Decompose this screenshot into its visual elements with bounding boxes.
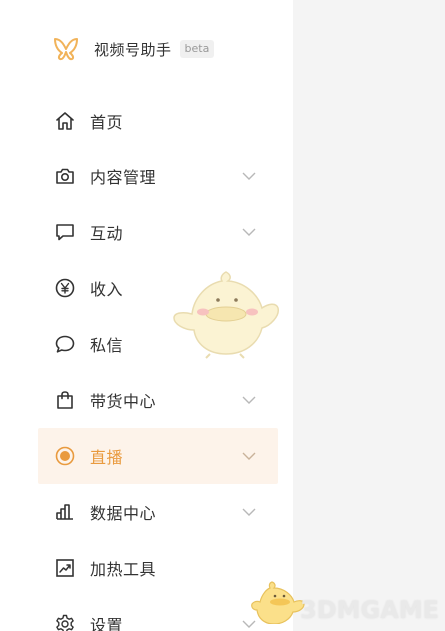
butterfly-logo-icon [54, 38, 78, 61]
camera-icon [56, 168, 74, 184]
gear-icon [56, 614, 74, 631]
message-square-icon [56, 224, 74, 241]
sidebar-item-label: 带货中心 [90, 392, 157, 411]
sidebar-item-live[interactable]: 直播 [38, 428, 278, 484]
sidebar-item-label: 数据中心 [90, 504, 157, 523]
sidebar-item-label: 加热工具 [90, 560, 157, 579]
sidebar-item-data-center[interactable]: 数据中心 [38, 484, 278, 540]
chevron-down-icon[interactable] [242, 396, 256, 404]
home-icon [56, 112, 74, 130]
chevron-down-icon[interactable] [242, 452, 256, 460]
sidebar-item-commerce-center[interactable]: 带货中心 [38, 372, 278, 428]
live-dot-icon [55, 446, 75, 466]
sidebar-item-label: 收入 [90, 280, 124, 299]
sidebar-item-label: 互动 [90, 224, 124, 243]
main-content-area [293, 0, 445, 631]
chick-mascot-icon [173, 271, 279, 359]
shopping-bag-icon [57, 391, 73, 409]
chevron-down-icon[interactable] [242, 508, 256, 516]
trend-chart-icon [56, 559, 74, 577]
sidebar-item-content-management[interactable]: 内容管理 [38, 148, 278, 204]
chick-mascot-small-icon [251, 581, 305, 624]
chevron-down-icon[interactable] [242, 172, 256, 180]
sidebar-item-label: 设置 [90, 616, 124, 631]
beta-badge: beta [179, 40, 215, 58]
chevron-down-icon[interactable] [242, 228, 256, 236]
bar-chart-icon [56, 504, 73, 520]
sidebar-item-label: 首页 [90, 113, 124, 132]
sidebar-item-label: 直播 [90, 448, 124, 467]
sidebar-item-interaction[interactable]: 互动 [38, 204, 278, 260]
yen-circle-icon [55, 278, 75, 298]
sidebar-item-label: 内容管理 [90, 168, 157, 187]
sidebar-item-settings[interactable]: 设置 [38, 596, 278, 631]
watermark-text: 3DMGAME [300, 596, 440, 624]
sidebar-item-label: 私信 [90, 336, 124, 355]
brand[interactable]: 视频号助手 beta [52, 36, 215, 62]
sidebar-item-boost-tools[interactable]: 加热工具 [38, 540, 278, 596]
sidebar-item-home[interactable]: 首页 [38, 93, 278, 149]
chat-bubble-icon [55, 335, 75, 353]
brand-name: 视频号助手 [94, 40, 172, 59]
